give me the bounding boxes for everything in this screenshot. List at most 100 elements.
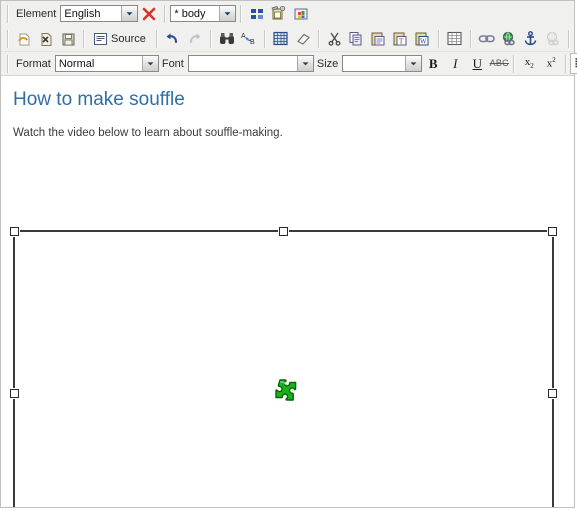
toolbar-separator: [240, 4, 243, 23]
binoculars-icon: [219, 33, 234, 44]
toolbar-separator: [209, 29, 212, 48]
eraser-icon: [296, 33, 310, 45]
underline-label: U: [472, 56, 482, 71]
cut-button[interactable]: [324, 28, 346, 49]
resize-handle-middle-left[interactable]: [10, 389, 19, 398]
toolbar-separator: [155, 29, 158, 48]
scissors-icon: [328, 32, 341, 46]
element-path-select[interactable]: * body: [170, 5, 237, 22]
globe-disabled-icon: [546, 31, 559, 46]
paste-from-word-button[interactable]: [268, 3, 290, 24]
preview-button[interactable]: [35, 28, 57, 49]
svg-text:T: T: [399, 38, 404, 46]
toolbar-separator: [7, 54, 9, 73]
strikethrough-button[interactable]: ABC: [488, 53, 510, 74]
toolbar-separator: [164, 4, 167, 23]
link-button[interactable]: [476, 28, 498, 49]
toolbar-separator: [565, 54, 568, 73]
intro-paragraph: Watch the video below to learn about sou…: [13, 126, 283, 139]
save-disk-icon: [62, 33, 74, 45]
size-label: Size: [316, 57, 339, 70]
toolbar-separator: [83, 29, 85, 48]
redo-icon: [190, 33, 201, 44]
font-select[interactable]: [187, 55, 314, 72]
chain-link-icon: [478, 35, 495, 43]
paste-word-button[interactable]: W: [412, 28, 434, 49]
resize-handle-middle-right[interactable]: [548, 389, 557, 398]
chevron-down-icon: [296, 56, 313, 71]
language-select-value: English: [64, 7, 101, 20]
select-all-button[interactable]: [270, 28, 292, 49]
templates-button[interactable]: [246, 3, 268, 24]
toolbar-row-3: Format Normal Font Size B I U ABC x2 x2: [1, 51, 577, 75]
font-select-value: [189, 56, 297, 71]
underline-button[interactable]: U: [466, 53, 488, 74]
svg-text:B: B: [250, 39, 255, 46]
subscript-button[interactable]: x2: [518, 53, 540, 74]
toolbar-separator: [7, 29, 9, 48]
editor-content-area[interactable]: How to make souffle Watch the video belo…: [1, 76, 574, 507]
new-page-icon: [17, 33, 29, 45]
paste-text-button[interactable]: T: [390, 28, 412, 49]
resize-handle-top-right[interactable]: [548, 227, 557, 236]
italic-button[interactable]: I: [444, 53, 466, 74]
table-button[interactable]: [444, 28, 466, 49]
toolbar-separator: [437, 29, 440, 48]
video-placeholder-selection[interactable]: [10, 227, 557, 507]
globe-link-icon: [502, 31, 515, 46]
source-button[interactable]: Source: [89, 28, 152, 49]
size-select-value: [343, 56, 405, 71]
anchor-button[interactable]: [520, 28, 542, 49]
bold-button[interactable]: B: [422, 53, 444, 74]
source-icon: [94, 32, 107, 45]
ckeditor-window: Element English * body Source A B T W Fo…: [0, 0, 577, 508]
find-button[interactable]: [216, 28, 238, 49]
flash-button[interactable]: [290, 3, 312, 24]
toolbar-row-1: Element English * body: [1, 1, 574, 26]
svg-text:W: W: [420, 38, 427, 46]
puzzle-piece-icon: [267, 377, 301, 411]
page-title: How to make souffle: [13, 89, 185, 110]
svg-text:A: A: [241, 33, 246, 40]
replace-icon: A B: [241, 33, 255, 46]
copy-button[interactable]: [346, 28, 368, 49]
align-left-button[interactable]: [570, 53, 577, 74]
unlink-button[interactable]: [498, 28, 520, 49]
redo-button[interactable]: [184, 28, 206, 49]
element-label: Element: [16, 7, 57, 20]
bold-label: B: [428, 56, 438, 71]
internal-link-button[interactable]: [542, 28, 564, 49]
format-label: Format: [16, 57, 51, 70]
toolbar-separator: [567, 29, 570, 48]
flash-icon: [294, 8, 308, 19]
strikethrough-label: ABC: [489, 58, 509, 68]
replace-button[interactable]: A B: [238, 28, 260, 49]
resize-handle-top-left[interactable]: [10, 227, 19, 236]
save-button[interactable]: [57, 28, 79, 49]
format-select-value: Normal: [58, 57, 95, 70]
resize-handle-top-center[interactable]: [278, 227, 288, 236]
toolbar-row-2: Source A B T W: [1, 26, 574, 51]
undo-icon: [166, 33, 178, 44]
undo-button[interactable]: [162, 28, 184, 49]
subscript-index: 2: [530, 62, 534, 71]
new-page-button[interactable]: [13, 28, 35, 49]
remove-format-button[interactable]: [292, 28, 314, 49]
toolbar-separator: [263, 29, 266, 48]
paste-word-icon: [271, 5, 286, 20]
copy-icon: [349, 32, 362, 46]
source-button-label: Source: [111, 32, 146, 45]
element-path-value: * body: [174, 7, 206, 20]
chevron-down-icon: [141, 56, 158, 71]
size-select[interactable]: [342, 55, 423, 72]
toolbar-separator: [317, 29, 320, 48]
close-icon: [143, 7, 156, 20]
table-icon: [447, 31, 462, 46]
remove-language-button[interactable]: [138, 3, 160, 24]
language-select[interactable]: English: [60, 5, 139, 22]
paste-button[interactable]: [368, 28, 390, 49]
format-select[interactable]: Normal: [54, 55, 159, 72]
superscript-button[interactable]: x2: [540, 53, 562, 74]
font-label: Font: [161, 57, 184, 70]
anchor-icon: [525, 31, 537, 46]
